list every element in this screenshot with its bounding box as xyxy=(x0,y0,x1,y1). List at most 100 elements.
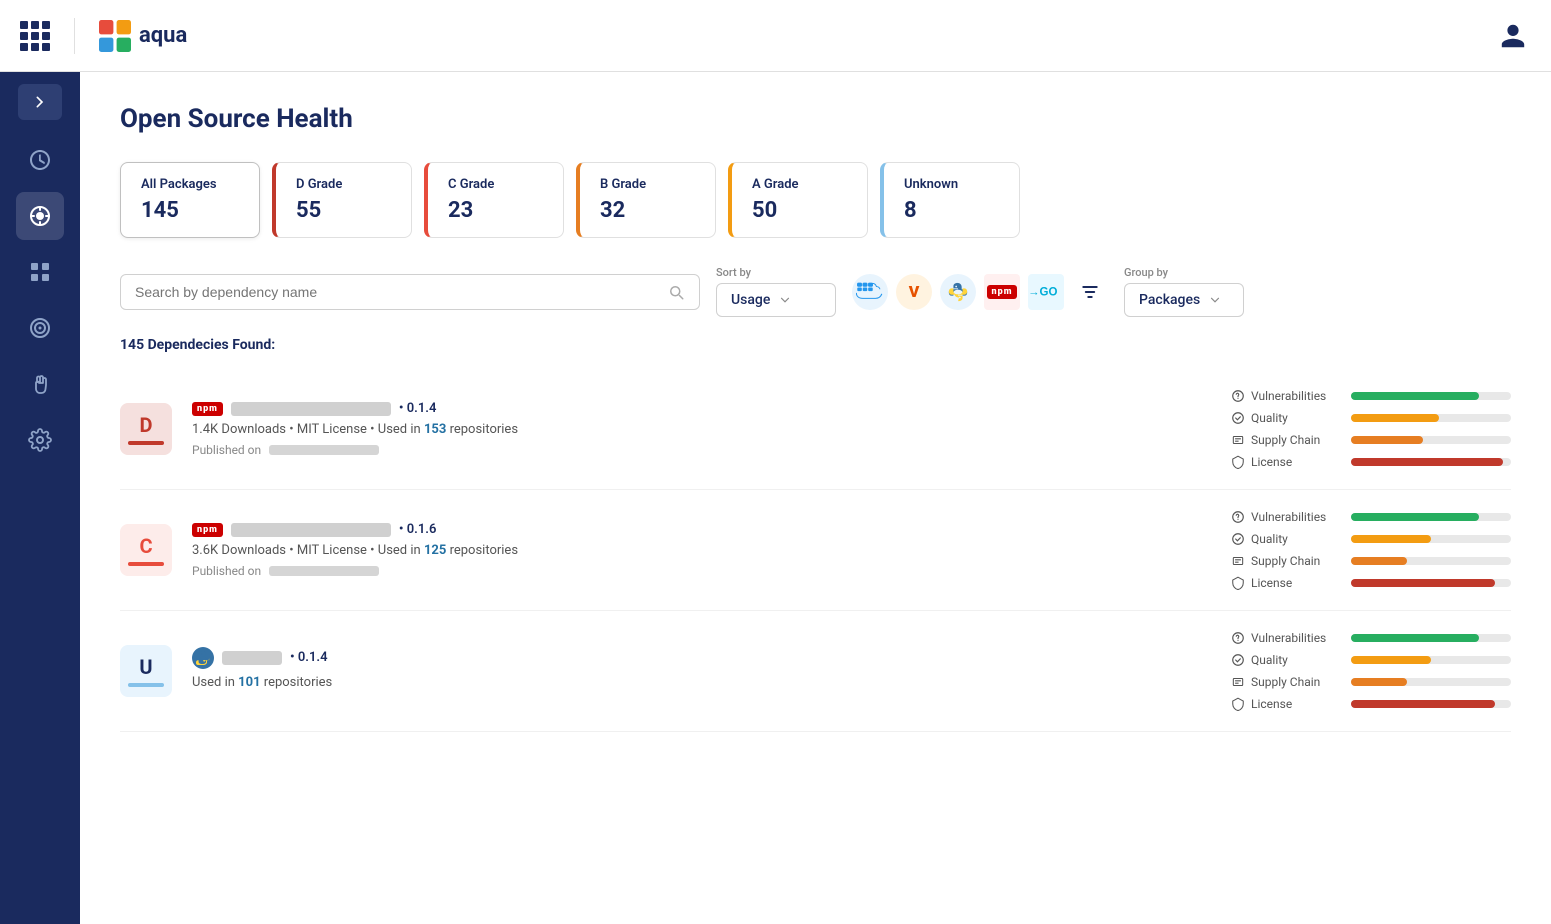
grade-card-all[interactable]: All Packages 145 xyxy=(120,162,260,238)
sidebar-item-risks[interactable] xyxy=(16,304,64,352)
quality-bar-bg xyxy=(1351,656,1511,664)
grade-bar xyxy=(128,683,164,687)
group-dropdown[interactable]: Packages xyxy=(1124,283,1244,317)
quality-bar-bg xyxy=(1351,535,1511,543)
grade-card-b-label: B Grade xyxy=(600,177,695,192)
supply-label: Supply Chain xyxy=(1231,554,1341,568)
vuln-bar-bg xyxy=(1351,513,1511,521)
sidebar-item-policies[interactable] xyxy=(16,360,64,408)
list-item: C npm • 0.1.6 3.6K Downloads • MIT Licen… xyxy=(120,490,1511,611)
sidebar-item-osh[interactable] xyxy=(16,192,64,240)
vuln-label: Vulnerabilities xyxy=(1231,510,1341,524)
grade-card-c[interactable]: C Grade 23 xyxy=(424,162,564,238)
search-input[interactable] xyxy=(135,284,667,300)
list-item: D npm • 0.1.4 1.4K Downloads • MIT Licen… xyxy=(120,369,1511,490)
sort-value: Usage xyxy=(731,292,770,308)
nav-divider xyxy=(74,18,75,54)
python-icon[interactable] xyxy=(940,274,976,310)
license-bar-bg xyxy=(1351,458,1511,466)
sort-group: Sort by Usage xyxy=(716,266,836,317)
vuln-label: Vulnerabilities xyxy=(1231,631,1341,645)
sidebar-item-apps[interactable] xyxy=(16,248,64,296)
page-title: Open Source Health xyxy=(120,104,1511,134)
npm-badge-1: npm xyxy=(192,402,223,416)
app-body: Open Source Health All Packages 145 D Gr… xyxy=(0,72,1551,924)
grade-card-d-label: D Grade xyxy=(296,177,391,192)
chevron-down-icon xyxy=(1208,293,1222,307)
dep-name-blur-1 xyxy=(231,402,391,416)
score-row: Quality xyxy=(1231,653,1511,667)
grade-bar xyxy=(128,441,164,445)
dependency-list: D npm • 0.1.4 1.4K Downloads • MIT Licen… xyxy=(120,369,1511,732)
score-row: License xyxy=(1231,576,1511,590)
supply-label: Supply Chain xyxy=(1231,433,1341,447)
dep-info-3: • 0.1.4 Used in 101 repositories xyxy=(192,647,1211,696)
grade-card-unknown[interactable]: Unknown 8 xyxy=(880,162,1020,238)
grade-bar xyxy=(128,562,164,566)
logo-text: aqua xyxy=(139,23,187,48)
license-bar-fill xyxy=(1351,458,1503,466)
docker-icon[interactable] xyxy=(852,274,888,310)
npm-icon[interactable]: npm xyxy=(984,274,1020,310)
dep-version-1: • 0.1.4 xyxy=(399,401,437,416)
list-item: U • 0.1.4 U xyxy=(120,611,1511,732)
supply-bar-fill xyxy=(1351,436,1423,444)
filter-button[interactable] xyxy=(1072,274,1108,310)
grade-card-a[interactable]: A Grade 50 xyxy=(728,162,868,238)
python-icon-badge xyxy=(192,647,214,669)
apps-grid-icon[interactable] xyxy=(20,21,50,51)
grade-badge-u: U xyxy=(120,645,172,697)
grade-badge-c: C xyxy=(120,524,172,576)
quality-bar-fill xyxy=(1351,535,1431,543)
dep-info-2: npm • 0.1.6 3.6K Downloads • MIT License… xyxy=(192,522,1211,578)
grade-card-d-value: 55 xyxy=(296,198,391,223)
dep-info-top-3: • 0.1.4 xyxy=(192,647,1211,669)
grade-card-c-label: C Grade xyxy=(448,177,543,192)
license-label: License xyxy=(1231,697,1341,711)
grade-cards: All Packages 145 D Grade 55 C Grade 23 B… xyxy=(120,162,1511,238)
grade-card-b[interactable]: B Grade 32 xyxy=(576,162,716,238)
go-icon[interactable]: →GO xyxy=(1028,274,1064,310)
svg-text:→GO: →GO xyxy=(1028,286,1057,298)
maven-icon[interactable]: V xyxy=(896,274,932,310)
score-row: Vulnerabilities xyxy=(1231,631,1511,645)
supply-bar-bg xyxy=(1351,436,1511,444)
top-nav: aqua xyxy=(0,0,1551,72)
quality-label: Quality xyxy=(1231,653,1341,667)
dep-meta-3: Used in 101 repositories xyxy=(192,675,1211,690)
dep-version-3: • 0.1.4 xyxy=(290,650,328,665)
user-profile-button[interactable] xyxy=(1495,18,1531,54)
logo: aqua xyxy=(99,20,187,52)
sidebar-item-settings[interactable] xyxy=(16,416,64,464)
chevron-down-icon xyxy=(778,293,792,307)
sidebar-toggle-button[interactable] xyxy=(18,84,62,120)
vuln-bar-fill xyxy=(1351,513,1479,521)
grade-card-unknown-label: Unknown xyxy=(904,177,999,192)
score-bars-1: Vulnerabilities Quality xyxy=(1231,389,1511,469)
license-bar-bg xyxy=(1351,700,1511,708)
quality-bar-bg xyxy=(1351,414,1511,422)
license-label: License xyxy=(1231,576,1341,590)
nav-left: aqua xyxy=(20,18,187,54)
grade-card-c-value: 23 xyxy=(448,198,543,223)
sidebar xyxy=(0,72,80,924)
sort-dropdown[interactable]: Usage xyxy=(716,283,836,317)
search-box[interactable] xyxy=(120,274,700,310)
score-row: Vulnerabilities xyxy=(1231,389,1511,403)
group-value: Packages xyxy=(1139,292,1200,308)
dep-name-blur-3 xyxy=(222,651,282,665)
results-header: 145 Dependecies Found: xyxy=(120,337,1511,353)
score-bars-2: Vulnerabilities Quality xyxy=(1231,510,1511,590)
score-row: Supply Chain xyxy=(1231,554,1511,568)
npm-badge: npm xyxy=(987,285,1018,299)
quality-label: Quality xyxy=(1231,411,1341,425)
score-row: Vulnerabilities xyxy=(1231,510,1511,524)
supply-bar-fill xyxy=(1351,557,1407,565)
search-icon xyxy=(667,283,685,301)
dep-meta-1: 1.4K Downloads • MIT License • Used in 1… xyxy=(192,422,1211,437)
grade-card-d[interactable]: D Grade 55 xyxy=(272,162,412,238)
supply-bar-bg xyxy=(1351,678,1511,686)
grade-badge-d: D xyxy=(120,403,172,455)
aqua-logo-icon xyxy=(99,20,131,52)
sidebar-item-dashboard[interactable] xyxy=(16,136,64,184)
